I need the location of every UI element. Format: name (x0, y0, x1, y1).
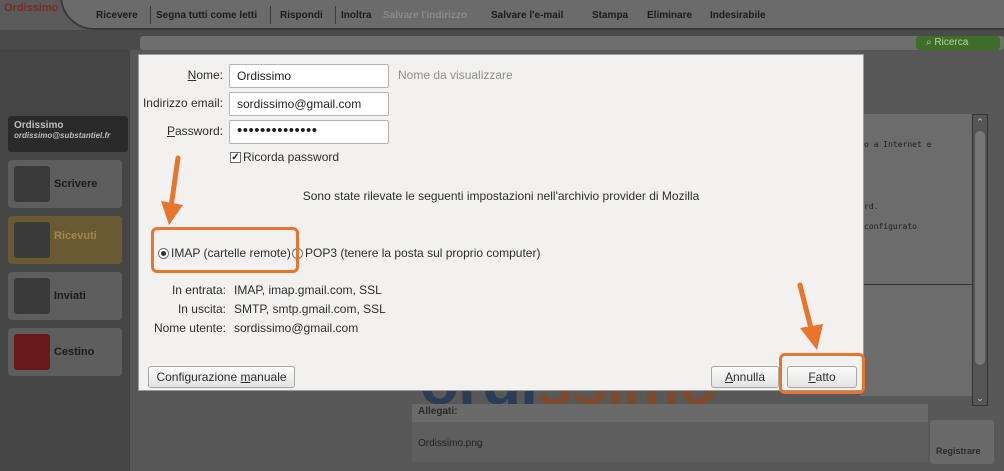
mark-all-read-button[interactable]: Segna tutti come letti (156, 10, 257, 21)
pop3-radio-label: POP3 (tenere la posta sul proprio comput… (305, 246, 541, 260)
toolbar-divider (150, 6, 151, 24)
message-text-line: o a Internet e (864, 140, 932, 149)
attachments-header (412, 404, 928, 422)
search-button[interactable]: ⌕ Ricerca (916, 36, 1000, 50)
email-label: Indirizzo email: (142, 96, 223, 110)
imap-highlight (151, 227, 299, 273)
password-label: Password: (166, 124, 223, 138)
folder-inbox[interactable]: Ricevuti (8, 216, 122, 264)
message-divider (860, 284, 972, 285)
print-button[interactable]: Stampa (592, 10, 628, 21)
message-scrollbar[interactable]: ⌃ ⌄ (972, 114, 988, 406)
trash-icon (14, 334, 50, 370)
incoming-server-row: In entrata: IMAP, imap.gmail.com, SSL (172, 283, 382, 297)
folder-label: Scrivere (54, 178, 98, 190)
remember-password-label: Ricorda password (243, 150, 340, 164)
save-email-button[interactable]: Salvare l'e-mail (491, 10, 563, 21)
receive-button[interactable]: Ricevere (96, 10, 138, 21)
toolbar-divider (270, 6, 271, 24)
account-setup-dialog: Nome: Ordissimo Nome da visualizzare Ind… (138, 54, 864, 391)
scroll-down-icon[interactable]: ⌄ (973, 391, 987, 405)
inbox-icon (14, 222, 50, 258)
folder-compose[interactable]: Scrivere (8, 160, 122, 208)
detected-settings-message: Sono state rilevate le seguenti impostaz… (302, 189, 700, 203)
email-field[interactable]: sordissimo@gmail.com (229, 92, 389, 116)
scrollbar-thumb[interactable] (975, 131, 985, 365)
account-name: Ordissimo (14, 120, 64, 131)
attachment-item[interactable]: Ordissimo.png (418, 438, 482, 449)
reply-button[interactable]: Rispondi (280, 10, 323, 21)
password-field[interactable]: •••••••••••••• (229, 120, 389, 144)
main-toolbar: Ordissimo Ricevere Segna tutti come lett… (0, 0, 1004, 30)
folder-trash[interactable]: Cestino (8, 328, 122, 376)
forward-button[interactable]: Inoltra (341, 10, 372, 21)
message-text-line: rd. (864, 202, 879, 211)
incoming-label: In entrata: (171, 283, 226, 297)
arrow-down-icon (161, 155, 183, 225)
username-value: sordissimo@gmail.com (234, 321, 359, 335)
cancel-button[interactable]: Annulla (711, 366, 779, 388)
done-highlight (779, 353, 865, 394)
name-hint: Nome da visualizzare (398, 68, 513, 82)
remember-password-checkbox[interactable]: ✓ Ricorda password (230, 150, 339, 164)
pop3-radio[interactable]: POP3 (tenere la posta sul proprio comput… (292, 246, 540, 260)
delete-button[interactable]: Eliminare (647, 10, 692, 21)
outgoing-value: SMTP, smtp.gmail.com, SSL (234, 302, 386, 316)
username-row: Nome utente: sordissimo@gmail.com (154, 321, 359, 335)
save-attachment-button[interactable] (930, 420, 994, 464)
message-text-line: configurato (864, 222, 917, 231)
name-label: Nome: (187, 68, 223, 82)
save-attachment-label: Registrare (936, 446, 981, 456)
attachments-label: Allegati: (418, 406, 458, 417)
outgoing-label: In uscita: (177, 302, 226, 316)
compose-icon (14, 166, 50, 202)
toolbar-divider (335, 6, 336, 24)
account-card[interactable]: Ordissimo ordissimo@substantiel.fr (8, 116, 128, 152)
username-label: Nome utente: (153, 321, 226, 335)
message-preview: o a Internet e rd. configurato (860, 114, 972, 396)
name-field[interactable]: Ordissimo (229, 64, 389, 88)
outgoing-server-row: In uscita: SMTP, smtp.gmail.com, SSL (178, 302, 386, 316)
attachment-list (412, 422, 928, 462)
junk-button[interactable]: Indesirabile (710, 10, 766, 21)
account-email: ordissimo@substantiel.fr (14, 131, 111, 140)
incoming-value: IMAP, imap.gmail.com, SSL (234, 283, 382, 297)
folder-label: Cestino (54, 346, 95, 358)
search-bar[interactable] (140, 36, 1004, 50)
scroll-up-icon[interactable]: ⌃ (973, 115, 987, 129)
app-logo: Ordissimo (4, 2, 59, 14)
folder-label: Ricevuti (54, 230, 97, 242)
search-button-label: Ricerca (934, 37, 969, 48)
arrow-down-icon (797, 282, 823, 350)
save-address-button[interactable]: Salvare l'indirizzo (383, 10, 467, 21)
check-icon: ✓ (230, 151, 241, 163)
sent-icon (14, 278, 50, 314)
manual-config-button[interactable]: Configurazione manuale (148, 366, 295, 388)
